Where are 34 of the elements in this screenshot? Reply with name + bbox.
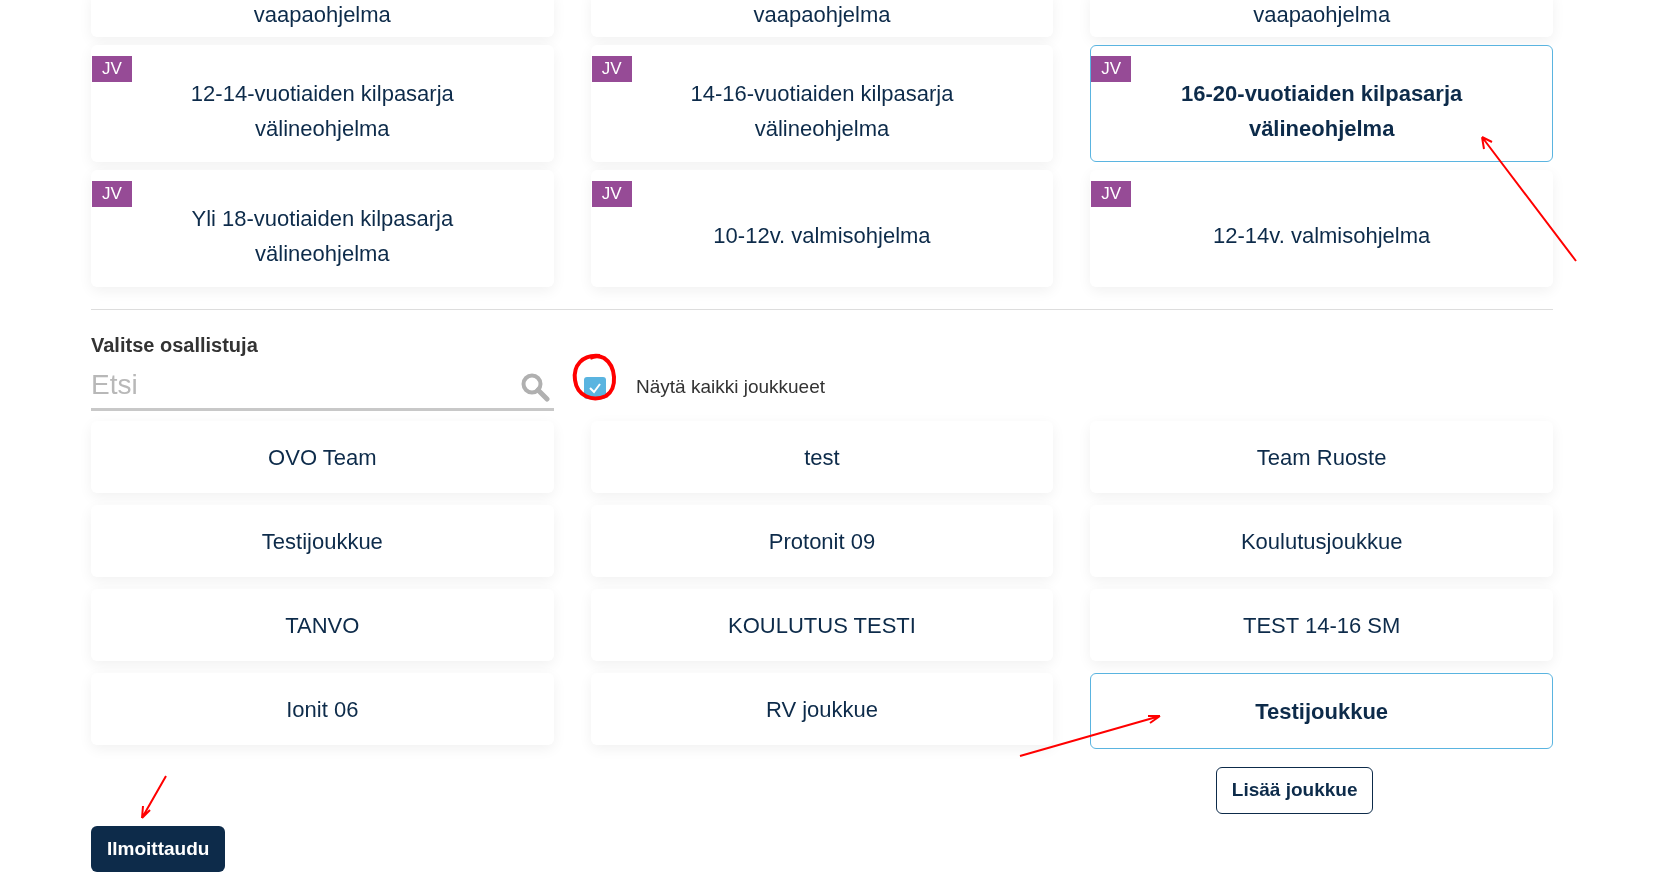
- team-card[interactable]: Koulutusjoukkue: [1090, 505, 1553, 577]
- add-team-button[interactable]: Lisää joukkue: [1215, 767, 1374, 814]
- category-badge: JV: [92, 56, 132, 82]
- category-badge: JV: [1091, 56, 1132, 82]
- program-card[interactable]: vaapaohjelma: [1090, 0, 1553, 37]
- team-card[interactable]: TEST 14-16 SM: [1090, 589, 1553, 661]
- team-card[interactable]: Team Ruoste: [1090, 421, 1553, 493]
- program-card[interactable]: JV 10-12v. valmisohjelma: [590, 170, 1054, 287]
- team-card[interactable]: Ionit 06: [91, 673, 554, 745]
- team-card[interactable]: RV joukkue: [590, 673, 1054, 745]
- program-card[interactable]: JV 12-14v. valmisohjelma: [1090, 170, 1553, 287]
- submit-button[interactable]: Ilmoittaudu: [91, 826, 226, 872]
- show-all-label: Näytä kaikki joukkueet: [636, 375, 826, 400]
- arrow-annotation: [138, 774, 168, 820]
- category-badge: JV: [591, 181, 632, 207]
- team-card[interactable]: Testijoukkue: [91, 505, 554, 577]
- category-badge: JV: [1091, 181, 1132, 207]
- team-card[interactable]: KOULUTUS TESTI: [590, 589, 1054, 661]
- program-card[interactable]: JV Yli 18-vuotiaiden kilpasarja välineohjelma: [91, 170, 554, 287]
- category-badge: JV: [92, 181, 132, 207]
- team-card[interactable]: test: [590, 421, 1054, 493]
- search-field[interactable]: Etsi: [91, 364, 554, 411]
- category-badge: JV: [591, 56, 632, 82]
- program-card[interactable]: vaapaohjelma: [91, 0, 554, 37]
- program-card[interactable]: vaapaohjelma: [590, 0, 1054, 37]
- team-card[interactable]: Testijoukkue: [1090, 673, 1553, 749]
- program-card[interactable]: JV 16-20-vuotiaiden kilpasarja välineohjelma: [1090, 45, 1553, 162]
- team-card[interactable]: OVO Team: [91, 421, 554, 493]
- section-heading: Valitse osallistuja: [91, 333, 259, 358]
- program-card[interactable]: JV 14-16-vuotiaiden kilpasarja välineohjelma: [590, 45, 1054, 162]
- program-card[interactable]: JV 12-14-vuotiaiden kilpasarja välineohjelma: [91, 45, 554, 162]
- team-card[interactable]: TANVO: [91, 589, 554, 661]
- search-icon: [520, 372, 550, 402]
- team-card[interactable]: Protonit 09: [590, 505, 1054, 577]
